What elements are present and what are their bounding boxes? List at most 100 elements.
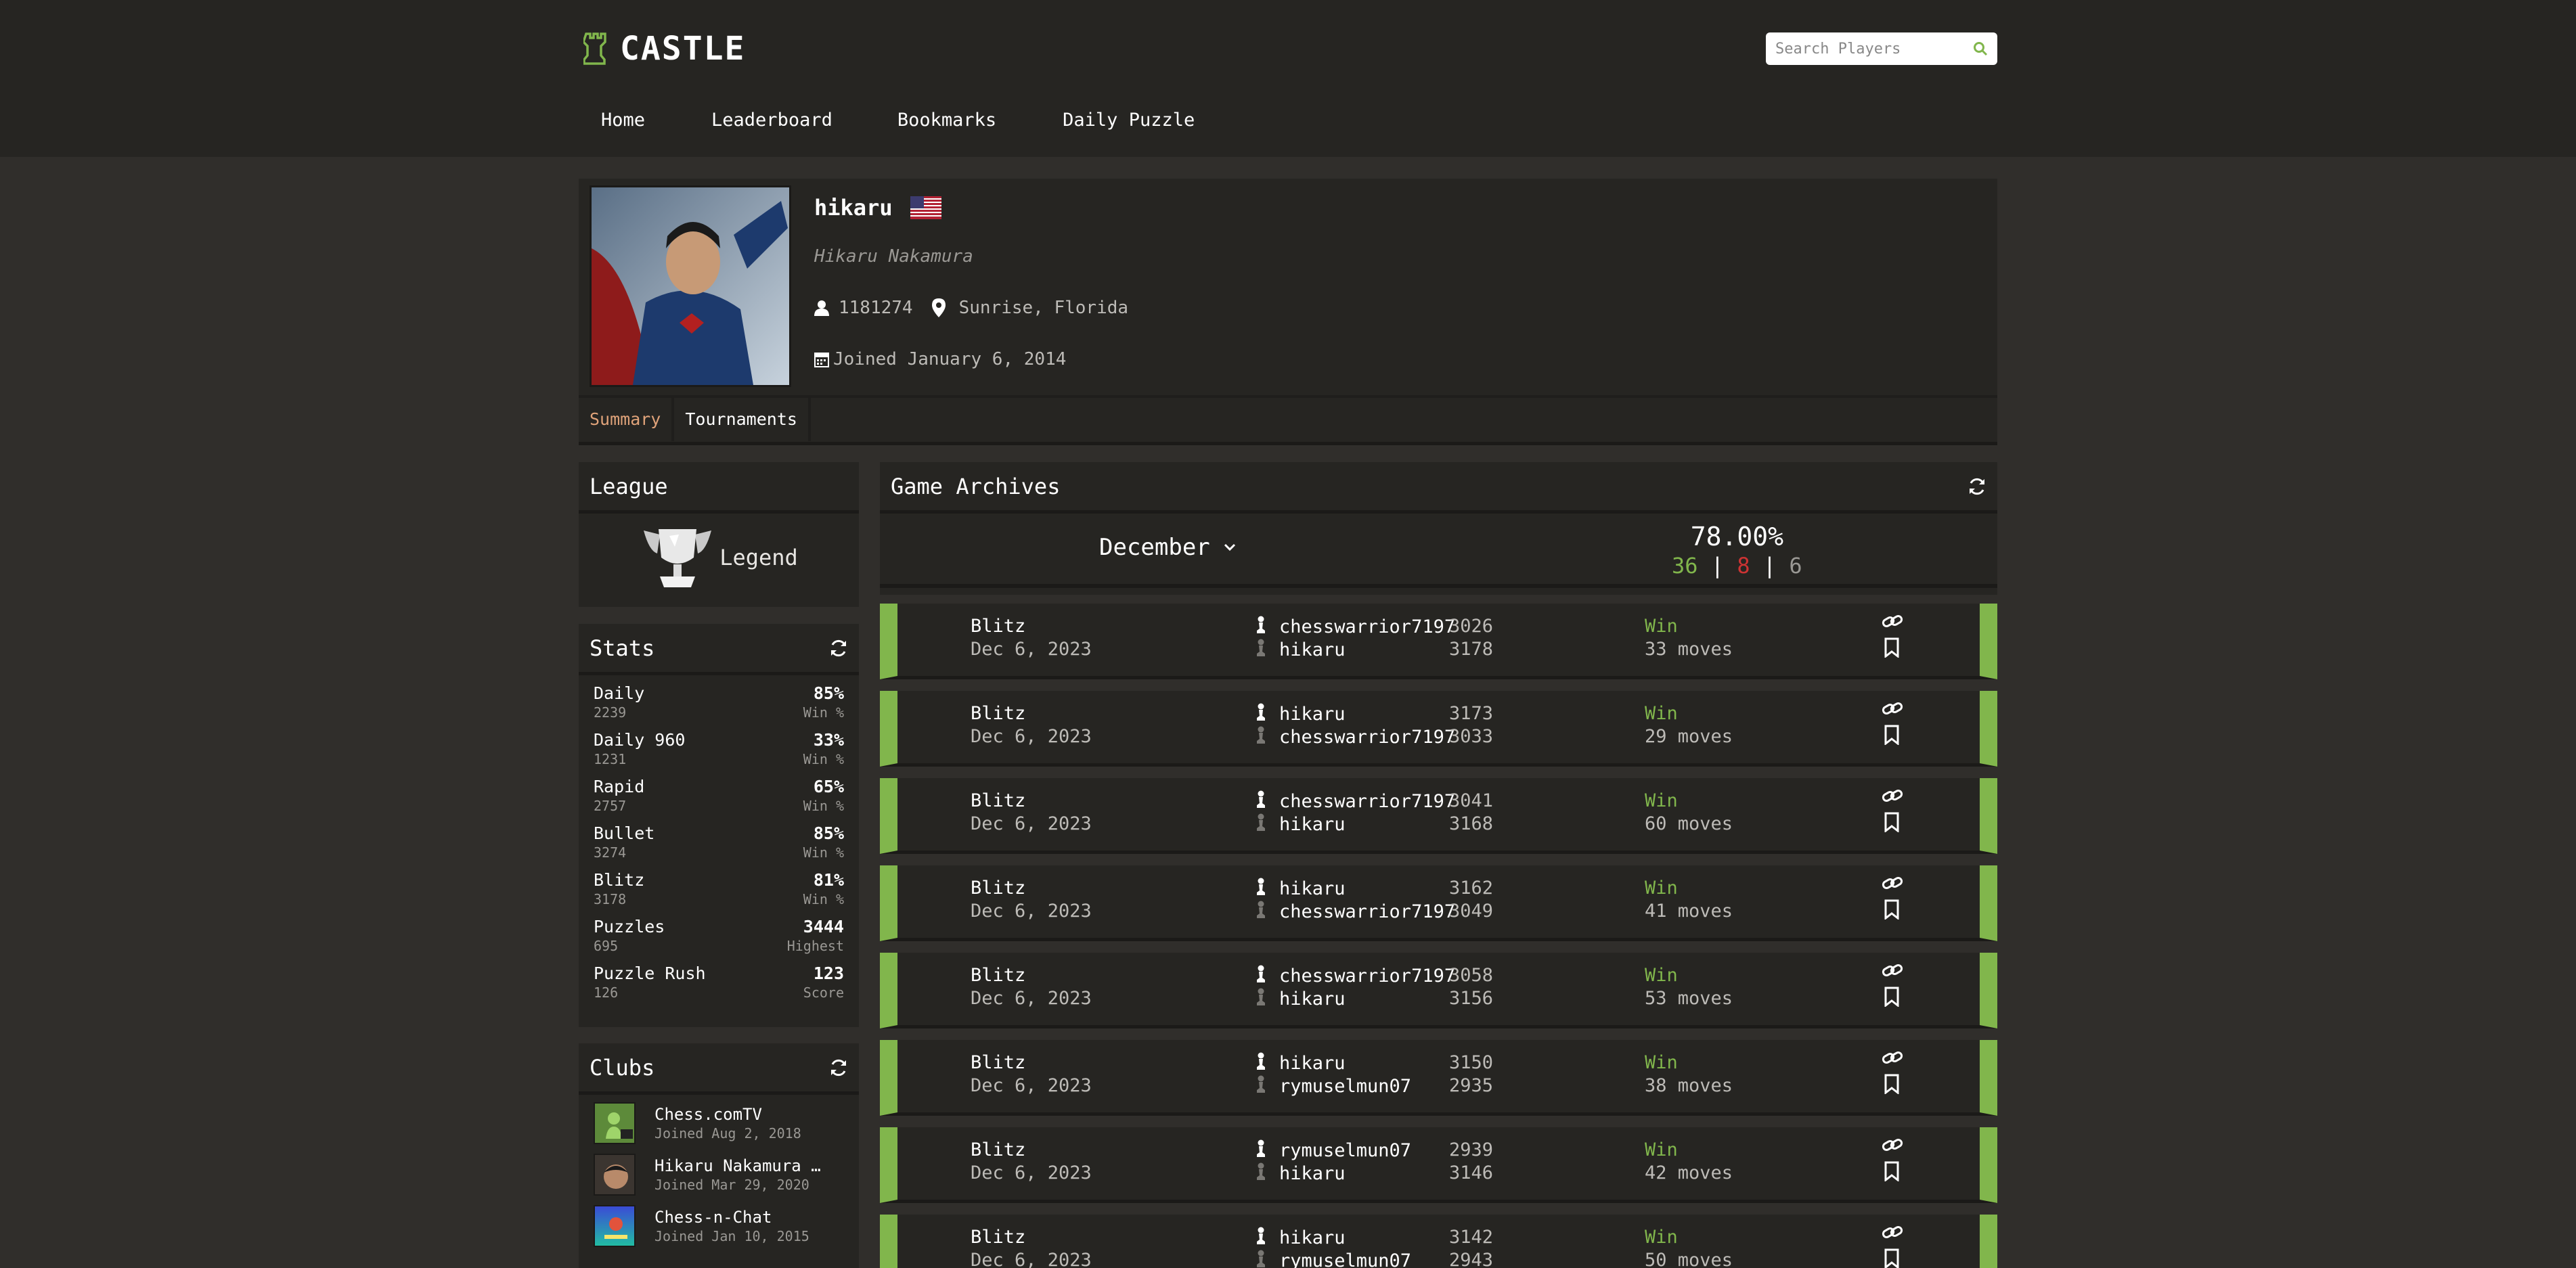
stat-label: Win % <box>803 704 844 721</box>
white-rating: 3058 <box>1449 965 1494 986</box>
nav-leaderboard[interactable]: Leaderboard <box>711 110 832 131</box>
black-player[interactable]: hikaru <box>1256 639 1346 661</box>
link-icon[interactable] <box>1882 1224 1903 1243</box>
white-player[interactable]: rymuselmun07 <box>1256 1139 1411 1162</box>
club-name: Chess-n-Chat <box>654 1208 772 1227</box>
white-player[interactable]: chesswarrior7197 <box>1256 965 1455 987</box>
white-player[interactable]: chesswarrior7197 <box>1256 616 1455 638</box>
club-logo <box>594 1205 636 1247</box>
stat-name: Puzzles <box>594 917 665 936</box>
game-row[interactable]: Blitz Dec 6, 2023 chesswarrior7197 hikar… <box>880 778 1997 854</box>
game-date: Dec 6, 2023 <box>971 1250 1092 1268</box>
stat-rating: 3178 <box>594 891 627 907</box>
refresh-icon[interactable] <box>1968 477 1986 496</box>
clubs-list: Chess.comTV Joined Aug 2, 2018 Hikaru Nak… <box>579 1095 859 1252</box>
brand-logo[interactable]: CASTLE <box>583 28 745 69</box>
white-player[interactable]: chesswarrior7197 <box>1256 790 1455 813</box>
refresh-icon[interactable] <box>829 639 848 658</box>
link-icon[interactable] <box>1882 875 1903 894</box>
bookmark-icon[interactable] <box>1884 812 1899 835</box>
stat-rating: 2757 <box>594 798 627 814</box>
black-rating: 2935 <box>1449 1075 1494 1096</box>
game-type: Blitz <box>971 616 1026 637</box>
link-icon[interactable] <box>1882 788 1903 807</box>
black-player[interactable]: chesswarrior7197 <box>1256 726 1455 748</box>
month-label: December <box>1099 534 1210 561</box>
stat-label: Score <box>803 984 844 1001</box>
stat-row: Bullet 3274 85% Win % <box>579 815 859 862</box>
black-player[interactable]: chesswarrior7197 <box>1256 901 1455 923</box>
game-result: Win <box>1645 1139 1678 1160</box>
move-count: 29 moves <box>1645 726 1733 747</box>
stat-row: Rapid 2757 65% Win % <box>579 769 859 815</box>
win-summary: 78.00% 36 | 8 | 6 <box>1672 522 1802 579</box>
joined-date: Joined January 6, 2014 <box>833 349 1067 369</box>
stat-value: 85% <box>813 683 844 703</box>
club-logo <box>594 1102 636 1144</box>
stat-name: Puzzle Rush <box>594 964 706 983</box>
trophy-icon <box>644 529 712 587</box>
stat-label: Win % <box>803 844 844 861</box>
location-pin-icon <box>931 298 946 317</box>
game-row[interactable]: Blitz Dec 6, 2023 chesswarrior7197 hikar… <box>880 953 1997 1028</box>
club-item[interactable]: Chess.comTV Joined Aug 2, 2018 <box>579 1097 859 1149</box>
bookmark-icon[interactable] <box>1884 725 1899 748</box>
search-icon[interactable] <box>1973 41 1988 56</box>
month-select[interactable]: December <box>1099 534 1236 561</box>
black-player[interactable]: hikaru <box>1256 1162 1346 1185</box>
white-rating: 2939 <box>1449 1139 1494 1160</box>
search-input[interactable] <box>1775 40 1973 58</box>
game-date: Dec 6, 2023 <box>971 1075 1092 1096</box>
game-row[interactable]: Blitz Dec 6, 2023 hikaru chesswarrior719… <box>880 691 1997 767</box>
black-pawn-icon <box>1256 726 1266 748</box>
link-icon[interactable] <box>1882 613 1903 632</box>
white-player-name: chesswarrior7197 <box>1279 966 1456 987</box>
game-result: Win <box>1645 878 1678 899</box>
refresh-icon[interactable] <box>829 1058 848 1077</box>
link-icon[interactable] <box>1882 962 1903 981</box>
game-row[interactable]: Blitz Dec 6, 2023 hikaru rymuselmun07 31… <box>880 1215 1997 1268</box>
game-row[interactable]: Blitz Dec 6, 2023 chesswarrior7197 hikar… <box>880 604 1997 679</box>
tab-summary[interactable]: Summary <box>579 398 675 441</box>
bookmark-icon[interactable] <box>1884 1074 1899 1097</box>
tab-tournaments[interactable]: Tournaments <box>674 398 811 441</box>
nav-daily-puzzle[interactable]: Daily Puzzle <box>1063 110 1195 131</box>
draws-count: 6 <box>1789 553 1802 579</box>
stat-row: Puzzles 695 3444 Highest <box>579 909 859 955</box>
game-row[interactable]: Blitz Dec 6, 2023 hikaru rymuselmun07 31… <box>880 1040 1997 1116</box>
white-pawn-icon <box>1256 790 1266 813</box>
white-player[interactable]: hikaru <box>1256 1052 1346 1074</box>
club-item[interactable]: Hikaru Nakamura … Joined Mar 29, 2020 <box>579 1149 859 1200</box>
game-result: Win <box>1645 965 1678 986</box>
link-icon[interactable] <box>1882 1137 1903 1156</box>
nav-home[interactable]: Home <box>601 110 645 131</box>
league-body: Legend <box>579 514 859 602</box>
game-row[interactable]: Blitz Dec 6, 2023 hikaru chesswarrior719… <box>880 865 1997 941</box>
white-pawn-icon <box>1256 1052 1266 1074</box>
bookmark-icon[interactable] <box>1884 637 1899 660</box>
stat-value: 65% <box>813 777 844 796</box>
bookmark-icon[interactable] <box>1884 1248 1899 1268</box>
black-player[interactable]: hikaru <box>1256 813 1346 836</box>
bookmark-icon[interactable] <box>1884 899 1899 922</box>
game-date: Dec 6, 2023 <box>971 813 1092 834</box>
black-pawn-icon <box>1256 1250 1266 1268</box>
black-player[interactable]: hikaru <box>1256 988 1346 1010</box>
white-player[interactable]: hikaru <box>1256 878 1346 900</box>
white-player[interactable]: hikaru <box>1256 1227 1346 1249</box>
link-icon[interactable] <box>1882 700 1903 719</box>
stat-name: Bullet <box>594 823 655 843</box>
stat-rating: 2239 <box>594 704 627 721</box>
avatar-image <box>592 187 789 385</box>
club-name: Chess.comTV <box>654 1105 762 1124</box>
wins-count: 36 <box>1672 553 1698 579</box>
club-item[interactable]: Chess-n-Chat Joined Jan 10, 2015 <box>579 1200 859 1252</box>
link-icon[interactable] <box>1882 1049 1903 1068</box>
white-player[interactable]: hikaru <box>1256 703 1346 725</box>
game-row[interactable]: Blitz Dec 6, 2023 rymuselmun07 hikaru 29… <box>880 1127 1997 1203</box>
black-player[interactable]: rymuselmun07 <box>1256 1250 1411 1268</box>
nav-bookmarks[interactable]: Bookmarks <box>897 110 996 131</box>
black-player[interactable]: rymuselmun07 <box>1256 1075 1411 1097</box>
bookmark-icon[interactable] <box>1884 1161 1899 1184</box>
bookmark-icon[interactable] <box>1884 987 1899 1010</box>
